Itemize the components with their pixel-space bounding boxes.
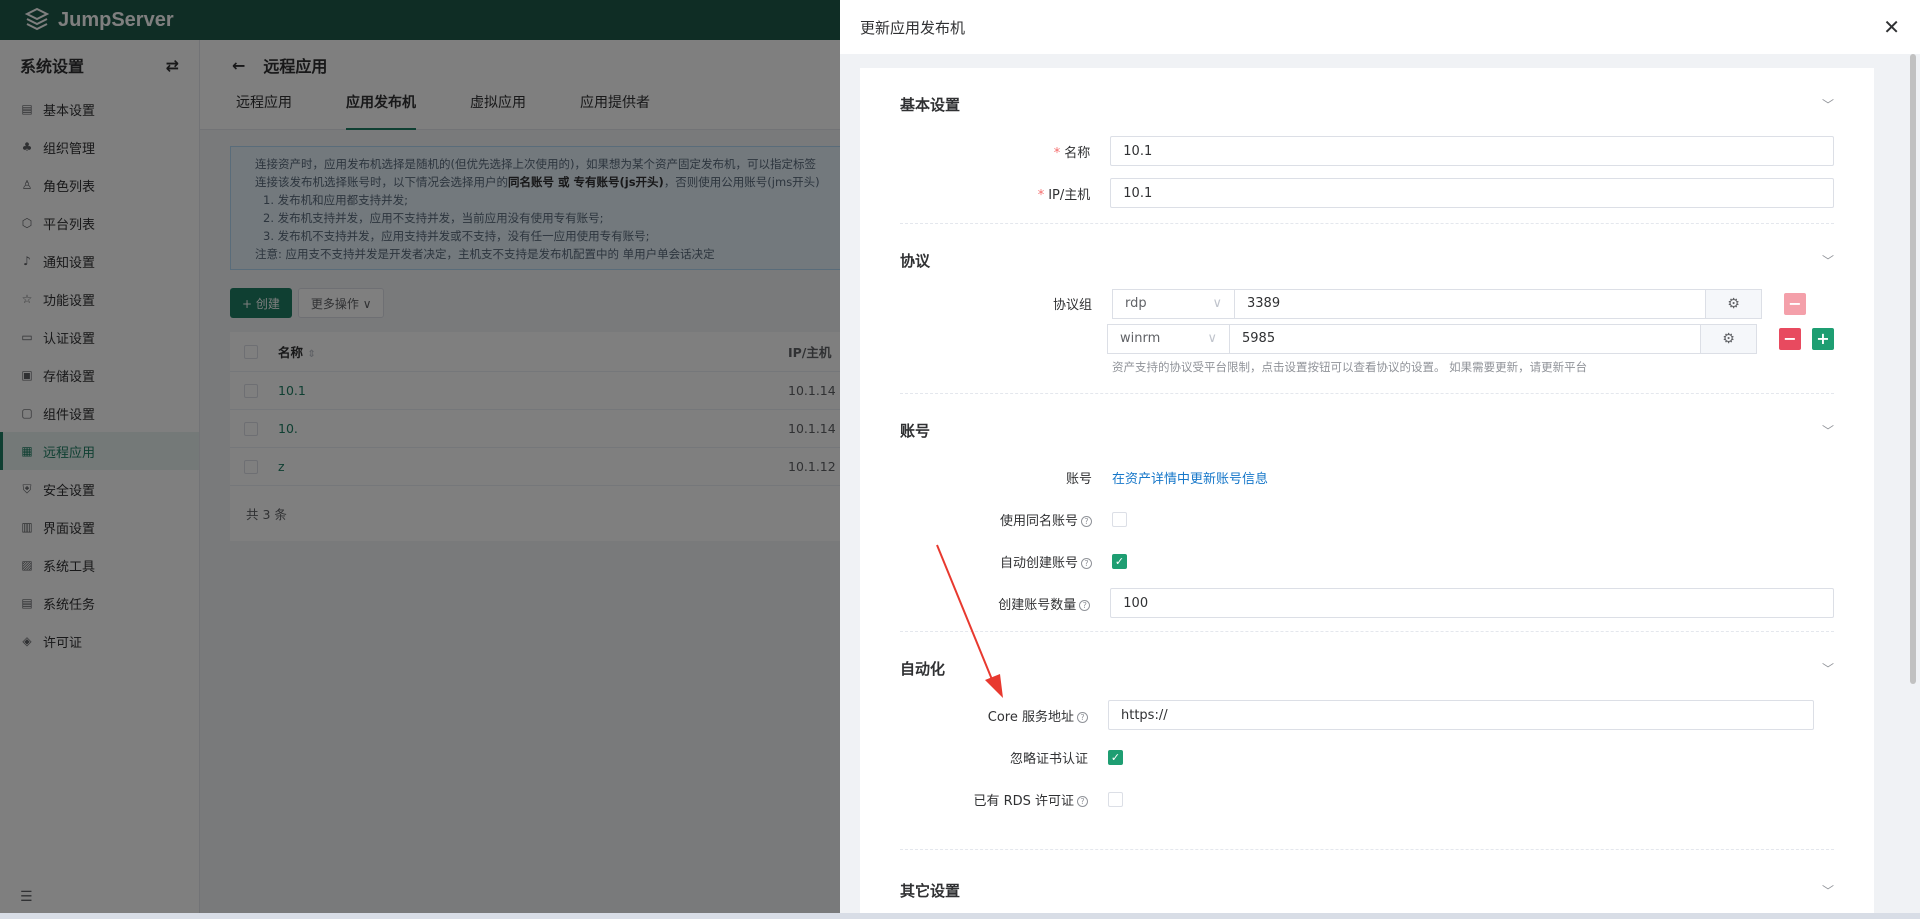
protocol-row: rdp ∨ 3389 ⚙ − [1112, 288, 1806, 319]
section-other: 其它设置 ﹀ 网域 选择 [900, 850, 1834, 919]
name-input[interactable]: 10.1 [1110, 136, 1834, 166]
help-icon: ? [1081, 557, 1092, 569]
section-basic: 基本设置 ﹀ * 名称 10.1 * IP/主机 10.1 [900, 68, 1834, 224]
protocol-select[interactable]: rdp ∨ [1112, 288, 1234, 319]
rds-checkbox[interactable] [1108, 791, 1123, 807]
drawer-header: 更新应用发布机 ✕ [840, 0, 1920, 54]
form-row-core: Core 服务地址? https:// [900, 694, 1834, 736]
update-publisher-drawer: 更新应用发布机 ✕ 基本设置 ﹀ * 名称 10.1 * IP/主机 10.1 协议… [840, 0, 1920, 919]
protocol-group-label: 协议组 [1052, 298, 1092, 313]
section-title: 账号 [900, 421, 931, 440]
form-row-name: * 名称 10.1 [900, 130, 1834, 172]
settings-gear-icon[interactable]: ⚙ [1701, 323, 1757, 354]
rds-label: 已有 RDS 许可证? [900, 790, 1108, 809]
close-icon[interactable]: ✕ [1883, 15, 1900, 39]
account-count-input[interactable]: 100 [1110, 588, 1834, 618]
remove-protocol-button[interactable]: − [1784, 292, 1806, 315]
protocol-select[interactable]: winrm ∨ [1107, 323, 1229, 354]
auto-create-label: 自动创建账号? [900, 552, 1112, 571]
section-account: 账号 ﹀ 账号 在资产详情中更新账号信息 使用同名账号? 自动创建账号? ✓ 创… [900, 394, 1834, 632]
protocol-hint-row: 资产支持的协议受平台限制，点击设置按钮可以查看协议的设置。 如果需要更新，请更新… [900, 356, 1834, 378]
protocol-hint: 资产支持的协议受平台限制，点击设置按钮可以查看协议的设置。 如果需要更新，请更新… [1112, 360, 1588, 374]
drawer-form: 基本设置 ﹀ * 名称 10.1 * IP/主机 10.1 协议 ﹀ 协议组 rdp… [860, 68, 1874, 919]
core-url-input[interactable]: https:// [1108, 700, 1814, 730]
drawer-title: 更新应用发布机 [860, 18, 966, 37]
port-input[interactable]: 5985 [1229, 323, 1701, 354]
form-row-account: 账号 在资产详情中更新账号信息 [900, 456, 1834, 498]
section-title: 基本设置 [900, 95, 961, 114]
same-name-checkbox[interactable] [1112, 511, 1127, 527]
core-label: Core 服务地址? [900, 706, 1108, 725]
form-row-same-name: 使用同名账号? [900, 498, 1834, 540]
chevron-down-icon[interactable]: ﹀ [1822, 96, 1834, 113]
name-label: * 名称 [1053, 145, 1091, 161]
form-row-count: 创建账号数量? 100 [900, 582, 1834, 624]
settings-gear-icon[interactable]: ⚙ [1706, 288, 1762, 319]
chevron-down-icon[interactable]: ﹀ [1822, 252, 1834, 269]
modal-overlay[interactable] [0, 0, 840, 919]
ip-label: * IP/主机 [1037, 187, 1091, 203]
same-name-label: 使用同名账号? [900, 510, 1112, 529]
remove-protocol-button[interactable]: − [1779, 327, 1801, 350]
drawer-scrollbar[interactable] [1910, 54, 1916, 684]
chevron-down-icon[interactable]: ﹀ [1822, 882, 1834, 899]
add-protocol-button[interactable]: + [1812, 327, 1834, 350]
ignore-cert-label: 忽略证书认证 [1009, 751, 1088, 767]
section-header[interactable]: 基本设置 ﹀ [900, 68, 1834, 130]
section-title: 自动化 [900, 659, 946, 678]
section-header[interactable]: 其它设置 ﹀ [900, 850, 1834, 919]
form-row-ignore-cert: 忽略证书认证 ✓ [900, 736, 1834, 778]
help-icon: ? [1077, 795, 1088, 807]
port-input[interactable]: 3389 [1234, 288, 1706, 319]
chevron-down-icon[interactable]: ﹀ [1822, 422, 1834, 439]
section-title: 协议 [900, 251, 931, 270]
count-label: 创建账号数量? [900, 594, 1110, 613]
section-protocol: 协议 ﹀ 协议组 rdp ∨ 3389 ⚙ − winrm ∨ 5985 ⚙ −… [900, 224, 1834, 394]
section-automation: 自动化 ﹀ Core 服务地址? https:// 忽略证书认证 ✓ 已有 RD… [900, 632, 1834, 850]
section-header[interactable]: 自动化 ﹀ [900, 632, 1834, 694]
form-row-ip: * IP/主机 10.1 [900, 172, 1834, 214]
auto-create-checkbox[interactable]: ✓ [1112, 553, 1127, 569]
form-row-protocol-2: winrm ∨ 5985 ⚙ − + [900, 321, 1834, 356]
taskbar [0, 913, 1920, 919]
help-icon: ? [1079, 599, 1091, 611]
section-header[interactable]: 账号 ﹀ [900, 394, 1834, 456]
protocol-row: winrm ∨ 5985 ⚙ − + [1107, 323, 1834, 354]
chevron-down-icon[interactable]: ﹀ [1822, 660, 1834, 677]
form-row-protocol-1: 协议组 rdp ∨ 3389 ⚙ − [900, 286, 1834, 321]
help-icon: ? [1081, 515, 1092, 527]
account-label: 账号 [1065, 471, 1092, 487]
update-account-link[interactable]: 在资产详情中更新账号信息 [1112, 468, 1268, 487]
ip-input[interactable]: 10.1 [1110, 178, 1834, 208]
section-header[interactable]: 协议 ﹀ [900, 224, 1834, 286]
form-row-auto-create: 自动创建账号? ✓ [900, 540, 1834, 582]
section-title: 其它设置 [900, 881, 961, 900]
help-icon: ? [1077, 711, 1088, 723]
form-row-rds: 已有 RDS 许可证? [900, 778, 1834, 820]
ignore-cert-checkbox[interactable]: ✓ [1108, 749, 1123, 765]
